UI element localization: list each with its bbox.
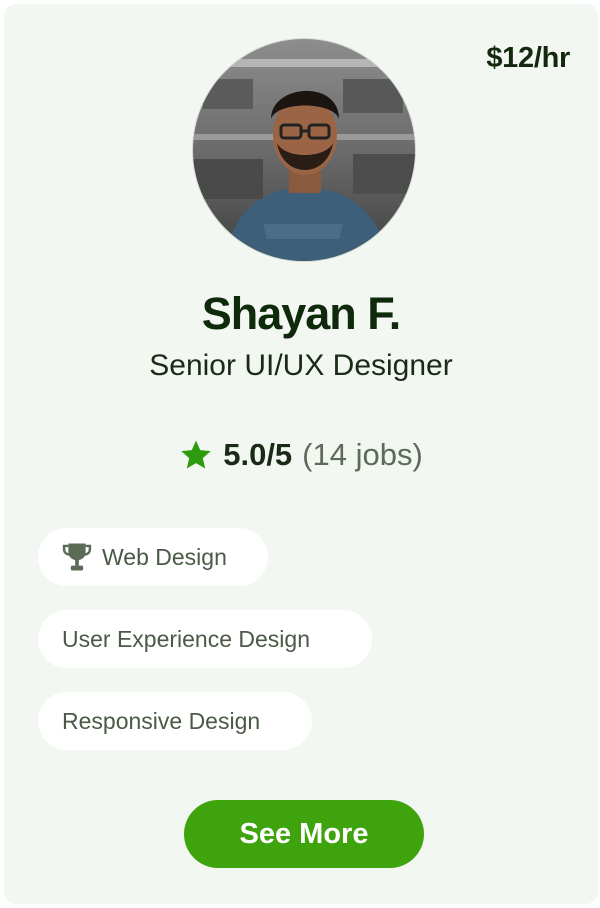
- trophy-icon: [62, 543, 92, 571]
- rating: 5.0/5 (14 jobs): [4, 437, 598, 473]
- see-more-button[interactable]: See More: [184, 800, 424, 868]
- skill-label: User Experience Design: [62, 625, 311, 652]
- star-icon: [181, 440, 211, 469]
- skill-label: Web Design: [102, 543, 227, 570]
- rating-score: 5.0/5: [223, 437, 293, 472]
- skill-label: Responsive Design: [62, 707, 261, 734]
- freelancer-title: Senior UI/UX Designer: [149, 349, 453, 382]
- avatar[interactable]: [192, 38, 416, 262]
- skill-pill-user-experience-design[interactable]: User Experience Design: [38, 610, 372, 668]
- rating-jobs-count: (14 jobs): [302, 437, 423, 472]
- skill-pill-responsive-design[interactable]: Responsive Design: [38, 692, 312, 750]
- freelancer-card[interactable]: $12/hr Shayan F. Senior UI/UX Designer 5…: [4, 4, 598, 904]
- freelancer-name: Shayan F.: [201, 288, 402, 339]
- avatar-photo: [193, 39, 415, 261]
- skill-pill-web-design[interactable]: Web Design: [38, 528, 268, 586]
- hourly-rate: $12/hr: [486, 42, 570, 74]
